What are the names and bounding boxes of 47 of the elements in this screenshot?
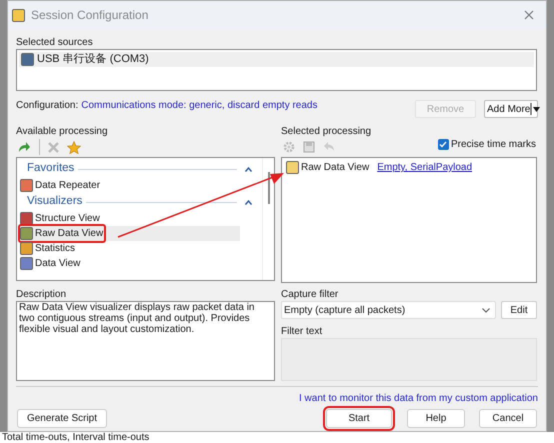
background-text: Total time-outs, Interval time-outs: [2, 432, 150, 442]
group-header: Favorites: [26, 161, 74, 176]
dialog-button[interactable]: Help: [407, 408, 465, 428]
dialog-button[interactable]: Generate Script: [17, 408, 107, 428]
processing-item[interactable]: Structure View: [20, 211, 100, 226]
edit-button[interactable]: Edit: [501, 301, 537, 319]
add-more-button[interactable]: Add More: [484, 100, 538, 118]
section-label: Filter text: [281, 325, 324, 338]
collapse-chevron-icon[interactable]: [245, 166, 252, 172]
module-icon: [20, 257, 33, 270]
module-icon: [20, 179, 33, 192]
module-icon: [20, 242, 33, 255]
checkbox[interactable]: [438, 138, 449, 150]
config-label: Configuration:: [16, 98, 78, 112]
source-item[interactable]: USB 串行设备 (COM3): [19, 52, 534, 67]
window-title: Session Configuration: [31, 7, 148, 24]
processing-item[interactable]: Data View: [20, 256, 80, 271]
module-icon: [20, 227, 33, 240]
processing-name: Raw Data View: [301, 161, 370, 175]
capture-filter-dropdown[interactable]: Empty (capture all packets): [281, 301, 496, 319]
module-icon: [286, 161, 299, 174]
gear-icon[interactable]: [283, 141, 295, 153]
processing-item[interactable]: Data Repeater: [20, 178, 100, 193]
delete-icon[interactable]: [48, 142, 59, 152]
custom-app-link[interactable]: I want to monitor this data from my custom application: [299, 390, 538, 406]
app-icon: [12, 8, 25, 22]
chevron-down-icon: [482, 308, 490, 312]
processing-item[interactable]: Statistics: [20, 241, 76, 256]
module-icon: [20, 212, 33, 225]
description-text: Raw Data View visualizer displays raw packet data in two contiguous streams (input and output). Provides flexible visual and layout customization.: [16, 301, 275, 381]
filter-link[interactable]: Empty, SerialPayload: [377, 160, 472, 175]
dialog-button[interactable]: Cancel: [479, 408, 537, 428]
collapse-chevron-icon[interactable]: [245, 200, 252, 204]
section-label: Available processing: [16, 125, 109, 137]
check-icon: [439, 140, 448, 148]
section-label: Description: [16, 288, 68, 301]
precise-time-checkbox[interactable]: Precise time marks: [438, 136, 536, 152]
star-icon[interactable]: [67, 140, 81, 154]
forward-arrow-icon[interactable]: [18, 141, 31, 153]
config-link[interactable]: Communications mode: generic, discard empty reads: [81, 98, 318, 112]
close-icon[interactable]: [524, 10, 534, 20]
save-icon[interactable]: [303, 141, 315, 153]
caret-icon: [530, 103, 540, 115]
section-label: Capture filter: [281, 288, 340, 301]
section-label: Selected processing: [281, 125, 372, 139]
section-label: Selected sources: [16, 36, 94, 49]
group-header: Visualizers: [26, 194, 82, 210]
